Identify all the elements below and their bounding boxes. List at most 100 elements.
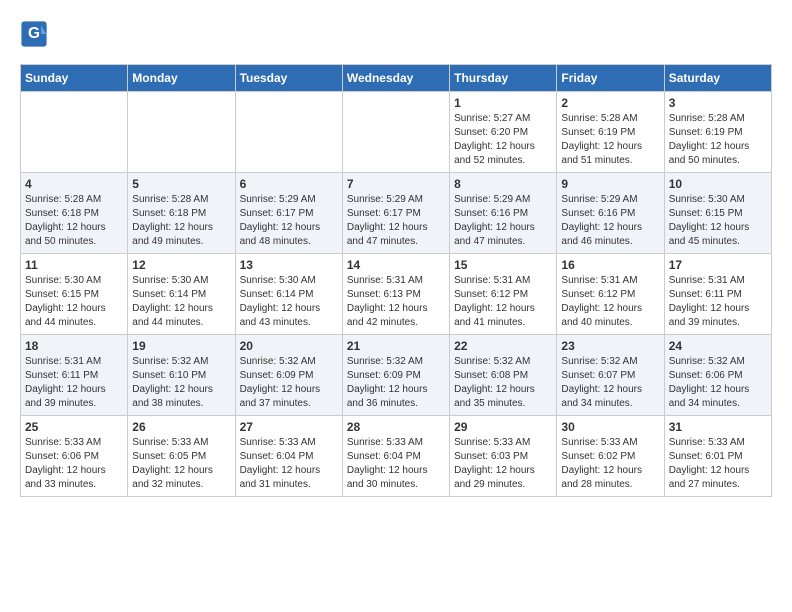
cell-content: Sunrise: 5:28 AM Sunset: 6:18 PM Dayligh… bbox=[132, 193, 230, 249]
calendar-cell: 3 Sunrise: 5:28 AM Sunset: 6:19 PM Daylig… bbox=[664, 92, 771, 173]
page-header: G bbox=[20, 20, 772, 48]
day-number: 3 bbox=[669, 96, 767, 110]
cell-content: Sunrise: 5:30 AM Sunset: 6:15 PM Dayligh… bbox=[25, 274, 123, 330]
day-number: 23 bbox=[561, 339, 659, 353]
day-number: 12 bbox=[132, 258, 230, 272]
cell-content: Sunrise: 5:32 AM Sunset: 6:07 PM Dayligh… bbox=[561, 355, 659, 411]
day-number: 14 bbox=[347, 258, 445, 272]
day-header-monday: Monday bbox=[128, 65, 235, 92]
calendar-table: SundayMondayTuesdayWednesdayThursdayFrid… bbox=[20, 64, 772, 497]
day-number: 26 bbox=[132, 420, 230, 434]
calendar-cell: 13Sunrise: 5:30 AM Sunset: 6:14 PM Dayli… bbox=[235, 254, 342, 335]
calendar-cell: 2 Sunrise: 5:28 AM Sunset: 6:19 PM Daylig… bbox=[557, 92, 664, 173]
cell-content: Sunrise: 5:31 AM Sunset: 6:11 PM Dayligh… bbox=[669, 274, 767, 330]
calendar-week-row: 18 Sunrise: 5:31 AM Sunset: 6:11 PM Dayli… bbox=[21, 335, 772, 416]
day-header-wednesday: Wednesday bbox=[342, 65, 449, 92]
calendar-cell: 30Sunrise: 5:33 AM Sunset: 6:02 PM Dayli… bbox=[557, 416, 664, 497]
cell-content: Sunrise: 5:31 AM Sunset: 6:11 PM Dayligh… bbox=[25, 355, 123, 411]
logo: G bbox=[20, 20, 52, 48]
calendar-cell: 1Sunrise: 5:27 AM Sunset: 6:20 PM Daylig… bbox=[450, 92, 557, 173]
cell-content: Sunrise: 5:29 AM Sunset: 6:17 PM Dayligh… bbox=[347, 193, 445, 249]
calendar-cell: 28 Sunrise: 5:33 AM Sunset: 6:04 PM Dayli… bbox=[342, 416, 449, 497]
cell-content: Sunrise: 5:32 AM Sunset: 6:08 PM Dayligh… bbox=[454, 355, 552, 411]
calendar-cell: 31Sunrise: 5:33 AM Sunset: 6:01 PM Dayli… bbox=[664, 416, 771, 497]
calendar-cell: 5 Sunrise: 5:28 AM Sunset: 6:18 PM Daylig… bbox=[128, 173, 235, 254]
calendar-cell: 18 Sunrise: 5:31 AM Sunset: 6:11 PM Dayli… bbox=[21, 335, 128, 416]
cell-content: Sunrise: 5:33 AM Sunset: 6:04 PM Dayligh… bbox=[347, 436, 445, 492]
day-header-saturday: Saturday bbox=[664, 65, 771, 92]
day-number: 18 bbox=[25, 339, 123, 353]
day-header-tuesday: Tuesday bbox=[235, 65, 342, 92]
day-number: 4 bbox=[25, 177, 123, 191]
calendar-cell: 29Sunrise: 5:33 AM Sunset: 6:03 PM Dayli… bbox=[450, 416, 557, 497]
calendar-cell: 16 Sunrise: 5:31 AM Sunset: 6:12 PM Dayli… bbox=[557, 254, 664, 335]
cell-content: Sunrise: 5:32 AM Sunset: 6:06 PM Dayligh… bbox=[669, 355, 767, 411]
calendar-cell: 27Sunrise: 5:33 AM Sunset: 6:04 PM Dayli… bbox=[235, 416, 342, 497]
calendar-cell: 23 Sunrise: 5:32 AM Sunset: 6:07 PM Dayli… bbox=[557, 335, 664, 416]
day-number: 24 bbox=[669, 339, 767, 353]
day-number: 28 bbox=[347, 420, 445, 434]
logo-icon: G bbox=[20, 20, 48, 48]
cell-content: Sunrise: 5:30 AM Sunset: 6:14 PM Dayligh… bbox=[132, 274, 230, 330]
day-header-thursday: Thursday bbox=[450, 65, 557, 92]
calendar-cell: 8 Sunrise: 5:29 AM Sunset: 6:16 PM Daylig… bbox=[450, 173, 557, 254]
day-number: 2 bbox=[561, 96, 659, 110]
calendar-week-row: 25 Sunrise: 5:33 AM Sunset: 6:06 PM Dayli… bbox=[21, 416, 772, 497]
calendar-cell: 14 Sunrise: 5:31 AM Sunset: 6:13 PM Dayli… bbox=[342, 254, 449, 335]
day-number: 8 bbox=[454, 177, 552, 191]
day-number: 16 bbox=[561, 258, 659, 272]
calendar-cell: 7 Sunrise: 5:29 AM Sunset: 6:17 PM Daylig… bbox=[342, 173, 449, 254]
day-number: 25 bbox=[25, 420, 123, 434]
day-number: 22 bbox=[454, 339, 552, 353]
calendar-cell: 20 Sunrise: 5:32 AM Sunset: 6:09 PM Dayli… bbox=[235, 335, 342, 416]
calendar-cell: 22 Sunrise: 5:32 AM Sunset: 6:08 PM Dayli… bbox=[450, 335, 557, 416]
cell-content: Sunrise: 5:31 AM Sunset: 6:12 PM Dayligh… bbox=[454, 274, 552, 330]
calendar-cell: 10Sunrise: 5:30 AM Sunset: 6:15 PM Dayli… bbox=[664, 173, 771, 254]
day-number: 31 bbox=[669, 420, 767, 434]
calendar-cell: 24 Sunrise: 5:32 AM Sunset: 6:06 PM Dayli… bbox=[664, 335, 771, 416]
day-number: 19 bbox=[132, 339, 230, 353]
day-number: 17 bbox=[669, 258, 767, 272]
cell-content: Sunrise: 5:27 AM Sunset: 6:20 PM Dayligh… bbox=[454, 112, 552, 168]
cell-content: Sunrise: 5:28 AM Sunset: 6:19 PM Dayligh… bbox=[669, 112, 767, 168]
calendar-cell: 17 Sunrise: 5:31 AM Sunset: 6:11 PM Dayli… bbox=[664, 254, 771, 335]
cell-content: Sunrise: 5:29 AM Sunset: 6:16 PM Dayligh… bbox=[454, 193, 552, 249]
day-number: 20 bbox=[240, 339, 338, 353]
calendar-week-row: 11 Sunrise: 5:30 AM Sunset: 6:15 PM Dayli… bbox=[21, 254, 772, 335]
calendar-week-row: 4 Sunrise: 5:28 AM Sunset: 6:18 PM Daylig… bbox=[21, 173, 772, 254]
cell-content: Sunrise: 5:33 AM Sunset: 6:06 PM Dayligh… bbox=[25, 436, 123, 492]
cell-content: Sunrise: 5:31 AM Sunset: 6:13 PM Dayligh… bbox=[347, 274, 445, 330]
svg-text:G: G bbox=[28, 25, 40, 42]
day-number: 27 bbox=[240, 420, 338, 434]
cell-content: Sunrise: 5:28 AM Sunset: 6:19 PM Dayligh… bbox=[561, 112, 659, 168]
calendar-cell: 26Sunrise: 5:33 AM Sunset: 6:05 PM Dayli… bbox=[128, 416, 235, 497]
calendar-header-row: SundayMondayTuesdayWednesdayThursdayFrid… bbox=[21, 65, 772, 92]
calendar-cell: 21Sunrise: 5:32 AM Sunset: 6:09 PM Dayli… bbox=[342, 335, 449, 416]
day-number: 11 bbox=[25, 258, 123, 272]
calendar-cell: 25 Sunrise: 5:33 AM Sunset: 6:06 PM Dayli… bbox=[21, 416, 128, 497]
day-number: 6 bbox=[240, 177, 338, 191]
cell-content: Sunrise: 5:33 AM Sunset: 6:02 PM Dayligh… bbox=[561, 436, 659, 492]
day-number: 5 bbox=[132, 177, 230, 191]
cell-content: Sunrise: 5:32 AM Sunset: 6:09 PM Dayligh… bbox=[240, 355, 338, 411]
calendar-cell: 9Sunrise: 5:29 AM Sunset: 6:16 PM Daylig… bbox=[557, 173, 664, 254]
calendar-cell bbox=[342, 92, 449, 173]
cell-content: Sunrise: 5:33 AM Sunset: 6:03 PM Dayligh… bbox=[454, 436, 552, 492]
calendar-cell: 15Sunrise: 5:31 AM Sunset: 6:12 PM Dayli… bbox=[450, 254, 557, 335]
calendar-cell: 11 Sunrise: 5:30 AM Sunset: 6:15 PM Dayli… bbox=[21, 254, 128, 335]
day-number: 9 bbox=[561, 177, 659, 191]
calendar-cell bbox=[128, 92, 235, 173]
day-header-friday: Friday bbox=[557, 65, 664, 92]
calendar-week-row: 1Sunrise: 5:27 AM Sunset: 6:20 PM Daylig… bbox=[21, 92, 772, 173]
calendar-cell: 19 Sunrise: 5:32 AM Sunset: 6:10 PM Dayli… bbox=[128, 335, 235, 416]
calendar-cell bbox=[235, 92, 342, 173]
day-number: 10 bbox=[669, 177, 767, 191]
cell-content: Sunrise: 5:32 AM Sunset: 6:09 PM Dayligh… bbox=[347, 355, 445, 411]
day-number: 7 bbox=[347, 177, 445, 191]
calendar-cell: 6 Sunrise: 5:29 AM Sunset: 6:17 PM Daylig… bbox=[235, 173, 342, 254]
cell-content: Sunrise: 5:30 AM Sunset: 6:14 PM Dayligh… bbox=[240, 274, 338, 330]
cell-content: Sunrise: 5:32 AM Sunset: 6:10 PM Dayligh… bbox=[132, 355, 230, 411]
calendar-cell: 12 Sunrise: 5:30 AM Sunset: 6:14 PM Dayli… bbox=[128, 254, 235, 335]
cell-content: Sunrise: 5:29 AM Sunset: 6:17 PM Dayligh… bbox=[240, 193, 338, 249]
cell-content: Sunrise: 5:31 AM Sunset: 6:12 PM Dayligh… bbox=[561, 274, 659, 330]
